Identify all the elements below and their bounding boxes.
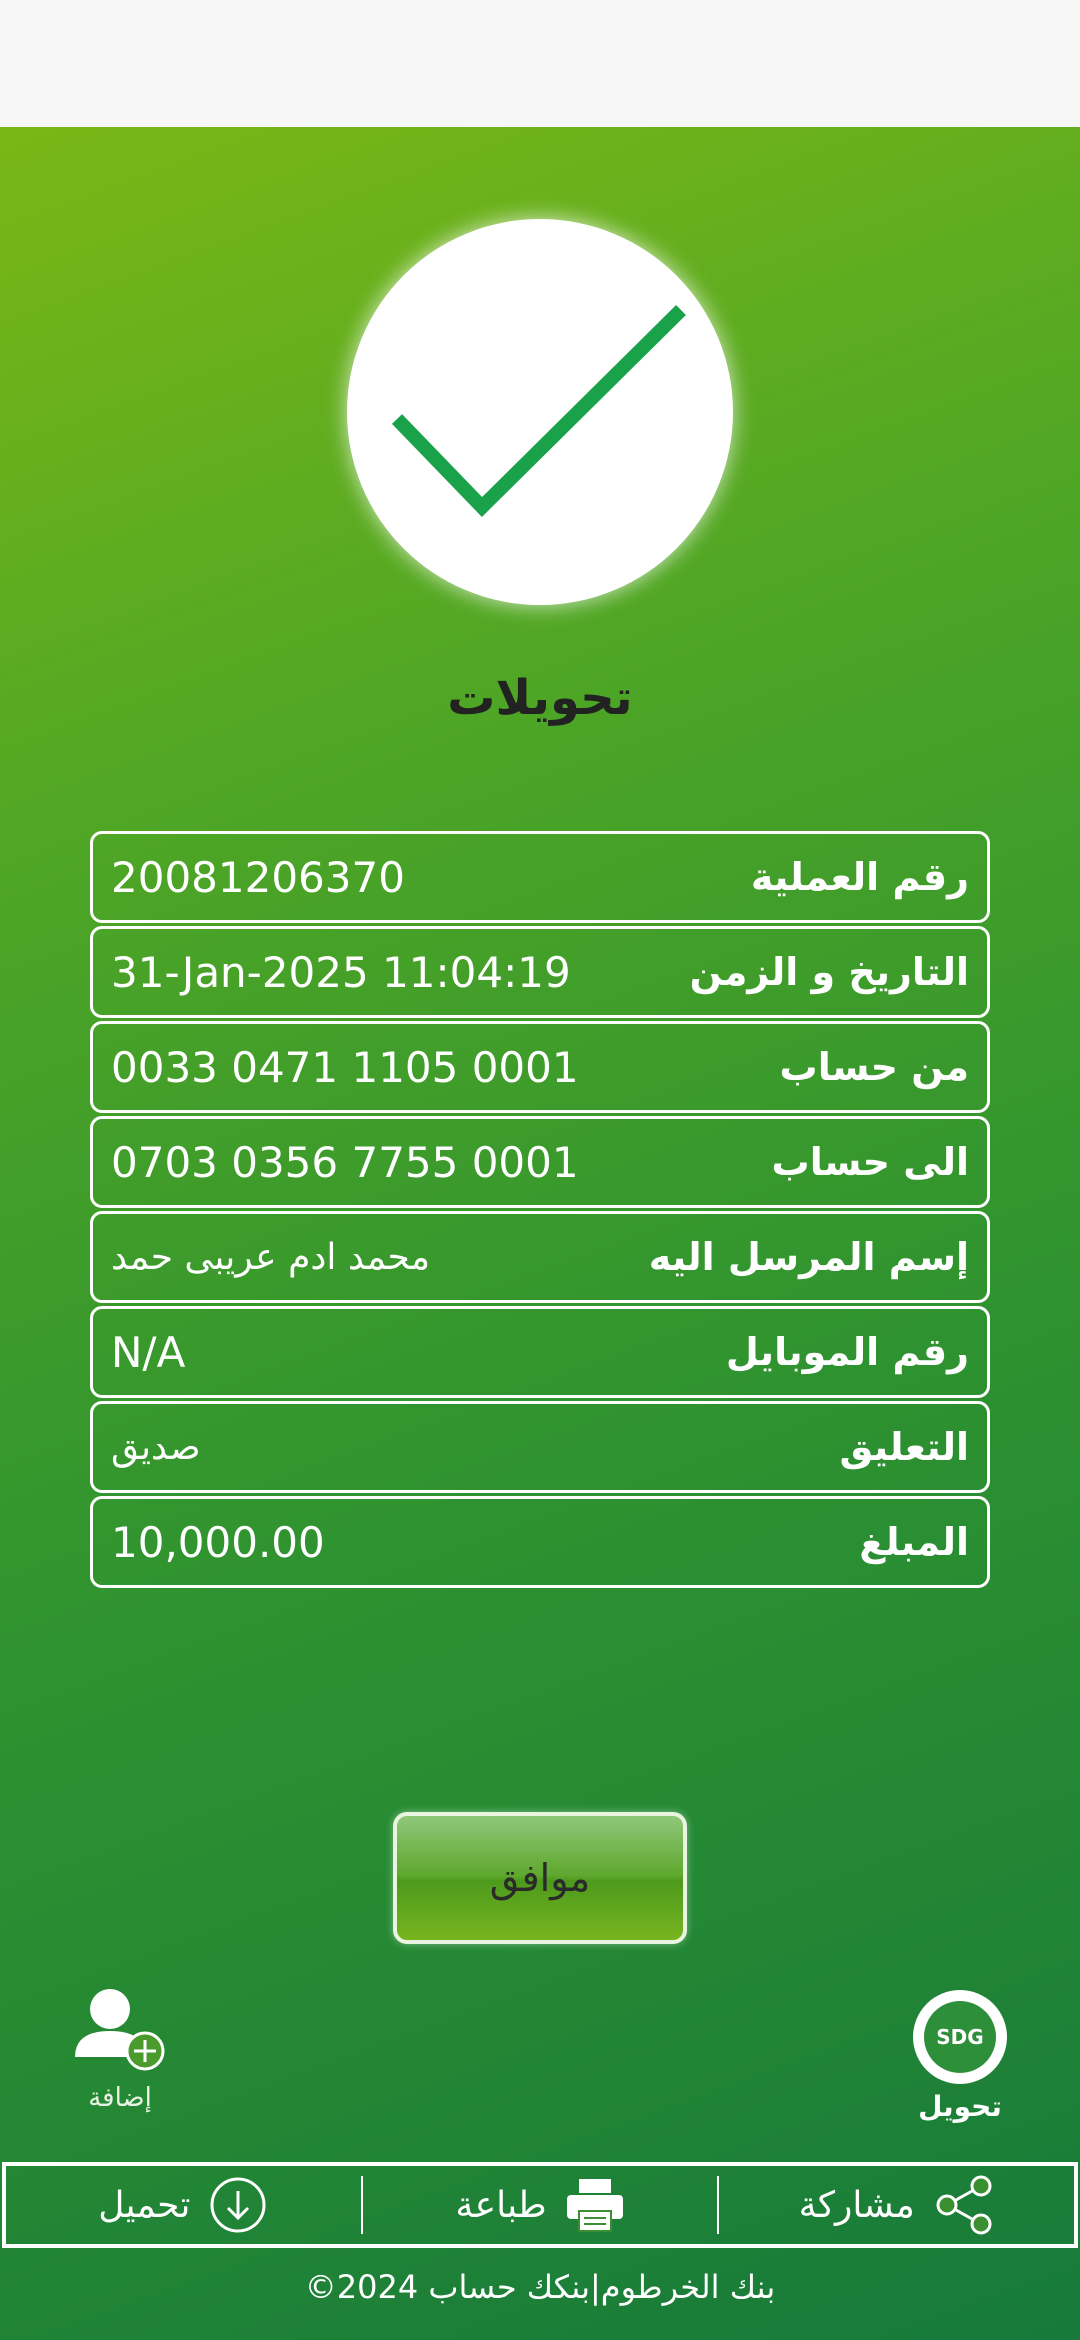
checkmark-icon bbox=[391, 305, 686, 517]
detail-value: 20081206370 bbox=[111, 852, 405, 902]
detail-label: إسم المرسل اليه bbox=[648, 1235, 969, 1279]
detail-value: 0033 0471 1105 0001 bbox=[111, 1042, 579, 1092]
ok-button[interactable]: موافق bbox=[393, 1812, 687, 1944]
detail-value: محمد ادم عريبى حمد bbox=[111, 1236, 431, 1278]
detail-row-from-account: 0033 0471 1105 0001 من حساب bbox=[90, 1021, 990, 1113]
detail-row-to-account: 0703 0356 7755 0001 الى حساب bbox=[90, 1116, 990, 1208]
detail-label: المبلغ bbox=[859, 1520, 969, 1564]
download-label: تحميل bbox=[98, 2184, 191, 2226]
detail-label: رقم العملية bbox=[750, 855, 969, 899]
detail-value: 10,000.00 bbox=[111, 1517, 325, 1567]
detail-label: رقم الموبايل bbox=[725, 1330, 969, 1374]
detail-row-amount: 10,000.00 المبلغ bbox=[90, 1496, 990, 1588]
detail-row-datetime: 31-Jan-2025 11:04:19 التاريخ و الزمن bbox=[90, 926, 990, 1018]
share-label: مشاركة bbox=[798, 2184, 915, 2226]
add-beneficiary-button[interactable]: إضافة bbox=[60, 1985, 180, 2113]
printer-icon bbox=[566, 2179, 623, 2232]
action-bar: تحميل طباعة مشاركة bbox=[2, 2162, 1078, 2248]
add-user-icon bbox=[75, 1989, 165, 2071]
status-bar bbox=[0, 0, 1080, 127]
detail-label: التعليق bbox=[839, 1425, 969, 1469]
detail-row-comment: صديق التعليق bbox=[90, 1401, 990, 1493]
transaction-details: 20081206370 رقم العملية 31-Jan-2025 11:0… bbox=[90, 831, 990, 1591]
detail-row-recipient-name: محمد ادم عريبى حمد إسم المرسل اليه bbox=[90, 1211, 990, 1303]
download-icon bbox=[210, 2177, 266, 2233]
transfer-label: تحويل bbox=[918, 2090, 1002, 2123]
download-button[interactable]: تحميل bbox=[6, 2166, 361, 2244]
page-title: تحويلات bbox=[447, 670, 633, 726]
sdg-logo-icon: SDG bbox=[913, 1990, 1007, 2084]
detail-value: N/A bbox=[111, 1327, 186, 1377]
detail-row-mobile-number: N/A رقم الموبايل bbox=[90, 1306, 990, 1398]
detail-row-transaction-number: 20081206370 رقم العملية bbox=[90, 831, 990, 923]
share-icon bbox=[936, 2175, 992, 2235]
detail-value: 31-Jan-2025 11:04:19 bbox=[111, 947, 571, 997]
detail-label: من حساب bbox=[779, 1045, 969, 1089]
detail-label: الى حساب bbox=[771, 1140, 969, 1184]
transfer-shortcut-button[interactable]: SDG تحويل bbox=[890, 1990, 1030, 2123]
share-button[interactable]: مشاركة bbox=[719, 2166, 1074, 2244]
detail-value: 0703 0356 7755 0001 bbox=[111, 1137, 579, 1187]
success-circle bbox=[347, 219, 733, 605]
footer-copyright: ©2024 بنك الخرطوم|بنكك حساب bbox=[304, 2268, 776, 2306]
print-label: طباعة bbox=[455, 2184, 547, 2226]
print-button[interactable]: طباعة bbox=[363, 2166, 718, 2244]
detail-label: التاريخ و الزمن bbox=[689, 950, 969, 994]
sdg-logo-text: SDG bbox=[924, 2001, 996, 2073]
detail-value: صديق bbox=[111, 1426, 201, 1468]
add-label: إضافة bbox=[88, 2083, 152, 2113]
